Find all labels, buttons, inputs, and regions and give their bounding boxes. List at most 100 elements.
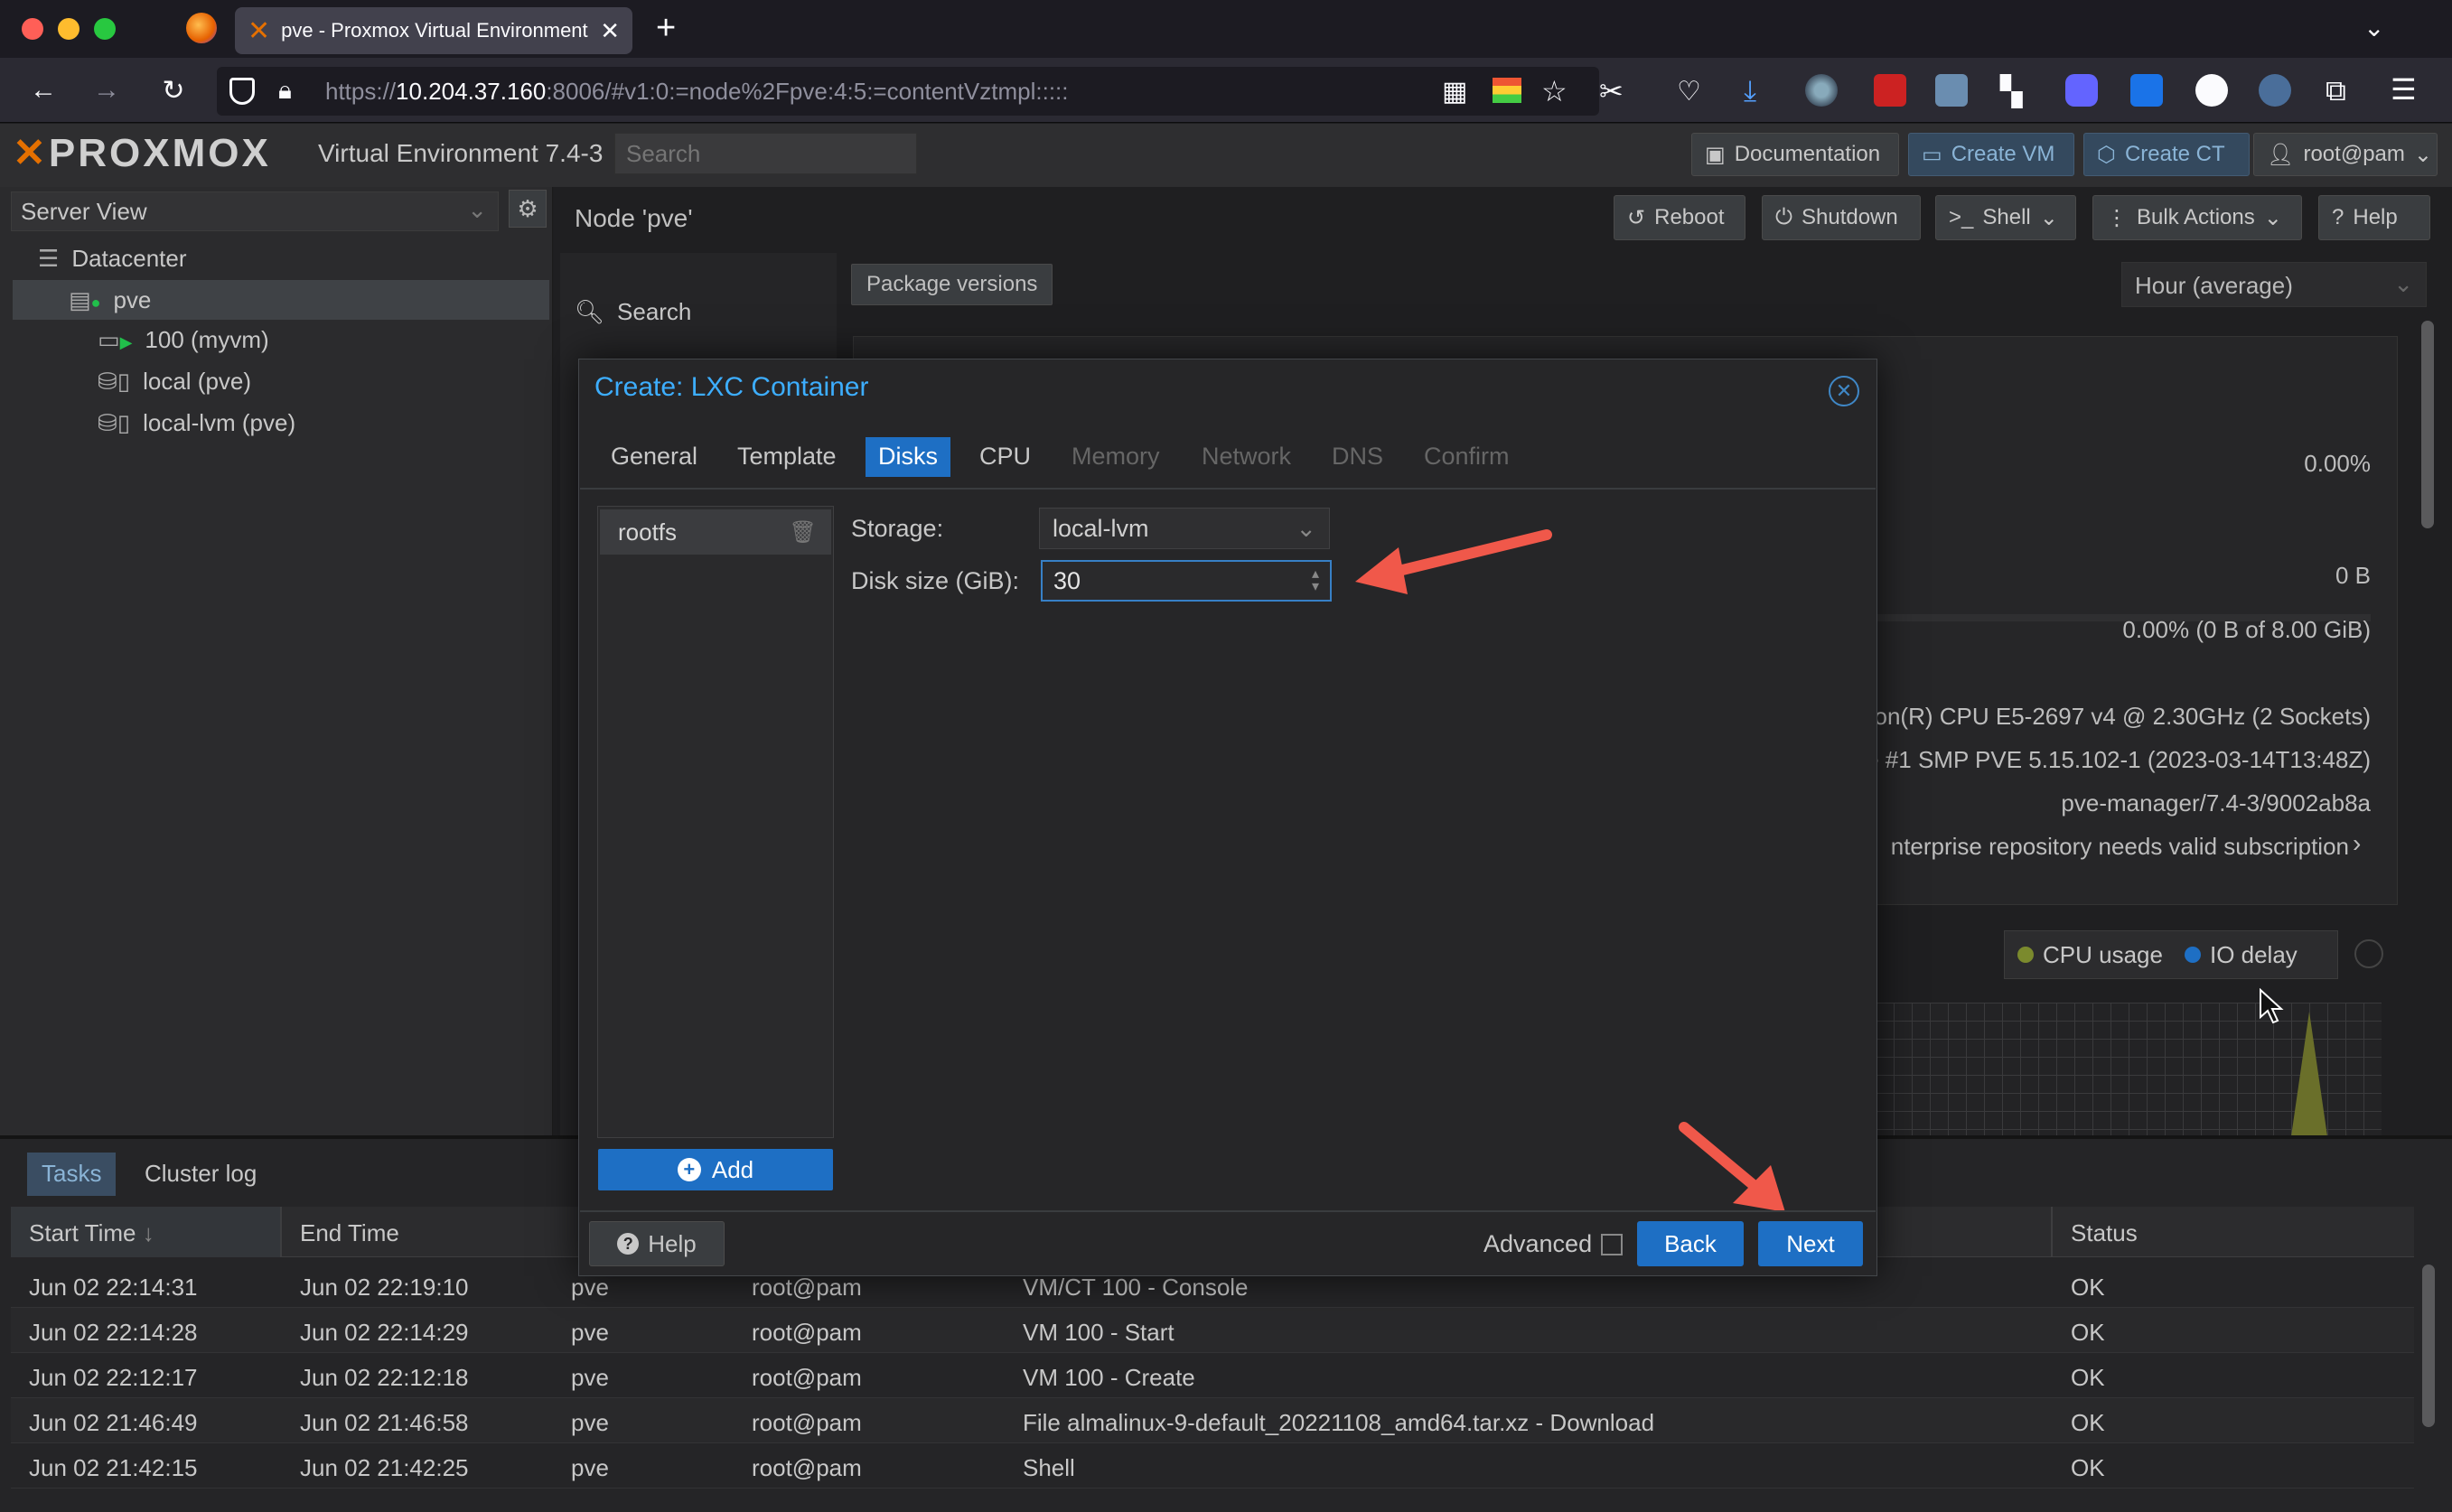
- column-header-end-time[interactable]: End Time: [300, 1219, 399, 1247]
- cell-description: File almalinux-9-default_20221108_amd64.…: [1023, 1409, 1655, 1436]
- question-circle-icon: ?: [617, 1233, 640, 1255]
- repository-status-link[interactable]: nterprise repository needs valid subscri…: [1877, 833, 2349, 861]
- legend-io-delay[interactable]: IO delay: [2184, 941, 2298, 969]
- new-tab-button[interactable]: +: [656, 9, 676, 48]
- reboot-icon: ↺: [1627, 205, 1646, 230]
- pocket-icon[interactable]: ♡: [1677, 76, 1701, 107]
- gear-icon[interactable]: ⚙: [509, 190, 547, 228]
- documentation-button[interactable]: ▣ Documentation: [1691, 133, 1899, 176]
- bookmark-star-icon[interactable]: ☆: [1541, 74, 1568, 108]
- tab-separator: [580, 488, 1876, 490]
- extension-bars-icon[interactable]: [1493, 78, 1521, 103]
- create-vm-button[interactable]: ▭ Create VM: [1908, 133, 2074, 176]
- extension-grid-icon[interactable]: ▚: [2000, 74, 2023, 108]
- node-help-button[interactable]: ? Help: [2318, 195, 2430, 240]
- cell-start: Jun 02 22:14:28: [29, 1319, 198, 1346]
- reload-icon[interactable]: ↻: [155, 72, 192, 108]
- advanced-checkbox[interactable]: [1601, 1234, 1623, 1255]
- annotation-arrow-next: [1679, 1122, 1785, 1212]
- shutdown-button[interactable]: ⏻ Shutdown: [1762, 195, 1921, 240]
- tab-title: pve - Proxmox Virtual Environment: [281, 19, 588, 42]
- tab-cpu[interactable]: CPU: [967, 437, 1044, 477]
- close-icon[interactable]: ✕: [1829, 376, 1859, 406]
- qr-code-icon[interactable]: ▦: [1442, 76, 1467, 107]
- zoom-window-button[interactable]: [94, 18, 116, 40]
- reboot-button[interactable]: ↺ Reboot: [1614, 195, 1745, 240]
- extension-shield-icon[interactable]: [2130, 74, 2163, 107]
- extension-chat-icon[interactable]: [2195, 74, 2228, 107]
- firefox-view-icon[interactable]: [186, 13, 217, 43]
- tab-cluster-log[interactable]: Cluster log: [130, 1153, 271, 1196]
- column-header-status[interactable]: Status: [2071, 1219, 2138, 1247]
- chevron-down-icon: ⌄: [1296, 514, 1316, 542]
- column-divider: [2051, 1207, 2053, 1257]
- storage-label: Storage:: [851, 515, 944, 542]
- minimize-window-button[interactable]: [58, 18, 80, 40]
- mouse-cursor-icon: [2260, 988, 2284, 1024]
- ublock-origin-icon[interactable]: [1874, 74, 1906, 107]
- url-host: 10.204.37.160: [396, 77, 547, 105]
- tab-general[interactable]: General: [598, 437, 710, 477]
- mastodon-icon[interactable]: [2065, 74, 2098, 107]
- shell-button[interactable]: >_ Shell ⌄: [1935, 195, 2076, 240]
- disk-size-input[interactable]: [1053, 566, 1270, 595]
- app-menu-icon[interactable]: ☰: [2391, 72, 2417, 107]
- create-ct-button[interactable]: ⬡ Create CT: [2083, 133, 2250, 176]
- tree-item-local-lvm[interactable]: ⛁▯ local-lvm (pve): [13, 403, 549, 443]
- trash-icon[interactable]: 🗑︎: [790, 519, 817, 546]
- storage-select[interactable]: local-lvm ⌄: [1039, 508, 1330, 549]
- cpu-model-value: on(R) CPU E5-2697 v4 @ 2.30GHz (2 Socket…: [1877, 703, 2371, 730]
- proxmox-favicon-icon: ✕: [248, 15, 271, 46]
- tree-item-pve[interactable]: ▤● pve: [13, 280, 549, 320]
- legend-cpu-usage[interactable]: CPU usage: [2017, 941, 2163, 969]
- cell-start: Jun 02 22:14:31: [29, 1274, 198, 1301]
- tree-item-local[interactable]: ⛁▯ local (pve): [13, 361, 549, 401]
- bulk-actions-button[interactable]: ⋮ Bulk Actions ⌄: [2092, 195, 2302, 240]
- url-bar[interactable]: https://10.204.37.160:8006/#v1:0:=node%2…: [217, 67, 1599, 116]
- extension-key-icon[interactable]: [2259, 74, 2291, 107]
- back-arrow-icon[interactable]: ←: [25, 72, 61, 108]
- nav-search-item[interactable]: 🔍︎ Search: [575, 298, 691, 326]
- list-all-tabs-icon[interactable]: ⌄: [2363, 13, 2384, 42]
- task-log-scrollbar[interactable]: [2422, 1265, 2435, 1427]
- disk-size-label: Disk size (GiB):: [851, 567, 1020, 594]
- extension-globe-icon[interactable]: [1805, 74, 1838, 107]
- tab-tasks[interactable]: Tasks: [27, 1153, 117, 1196]
- browser-tab-active[interactable]: ✕ pve - Proxmox Virtual Environment ✕: [235, 7, 632, 54]
- main-scrollbar[interactable]: [2421, 321, 2434, 528]
- user-menu-button[interactable]: 👤︎ root@pam ⌄: [2253, 133, 2438, 176]
- cell-description: VM 100 - Start: [1023, 1319, 1175, 1346]
- chevron-right-icon[interactable]: ›: [2353, 829, 2361, 858]
- back-button[interactable]: Back: [1637, 1221, 1744, 1266]
- tab-confirm: Confirm: [1424, 443, 1510, 470]
- shield-icon[interactable]: [229, 78, 255, 105]
- timeframe-selector[interactable]: Hour (average) ⌄: [2121, 262, 2427, 307]
- cpu-chart-spike: [2291, 1012, 2327, 1136]
- url-prefix: https://: [325, 77, 397, 105]
- disk-item-rootfs[interactable]: rootfs 🗑︎: [600, 509, 831, 555]
- disk-size-field[interactable]: ▴▾: [1041, 560, 1332, 602]
- storage-icon: ⛁▯: [98, 408, 131, 436]
- global-search-input[interactable]: [614, 133, 917, 174]
- close-window-button[interactable]: [22, 18, 43, 40]
- column-header-start-time[interactable]: Start Time ↓: [29, 1219, 154, 1247]
- forward-arrow-icon[interactable]: →: [89, 72, 125, 108]
- next-button[interactable]: Next: [1758, 1221, 1863, 1266]
- view-selector[interactable]: Server View ⌄: [11, 191, 499, 231]
- lock-icon[interactable]: 🔒︎: [278, 76, 292, 106]
- downloads-icon[interactable]: ⤓: [1744, 74, 1756, 108]
- screenshot-icon[interactable]: ✂: [1599, 74, 1624, 108]
- package-versions-button[interactable]: Package versions: [851, 264, 1053, 305]
- spinner-arrows-icon[interactable]: ▴ ▾: [1312, 567, 1319, 594]
- extensions-puzzle-icon[interactable]: ⧉: [2326, 74, 2346, 108]
- tree-item-vm-100[interactable]: ▭▶ 100 (myvm): [13, 320, 549, 359]
- tab-disks[interactable]: Disks: [866, 437, 950, 477]
- cell-end: Jun 02 22:14:29: [300, 1319, 469, 1346]
- add-disk-button[interactable]: + Add: [598, 1149, 833, 1190]
- extension-image-icon[interactable]: [1935, 74, 1968, 107]
- close-tab-icon[interactable]: ✕: [600, 17, 620, 45]
- tab-template[interactable]: Template: [725, 437, 849, 477]
- undo-zoom-icon[interactable]: [2354, 939, 2383, 968]
- dialog-help-button[interactable]: ? Help: [589, 1221, 725, 1266]
- tree-item-datacenter[interactable]: ☰ Datacenter: [13, 238, 549, 278]
